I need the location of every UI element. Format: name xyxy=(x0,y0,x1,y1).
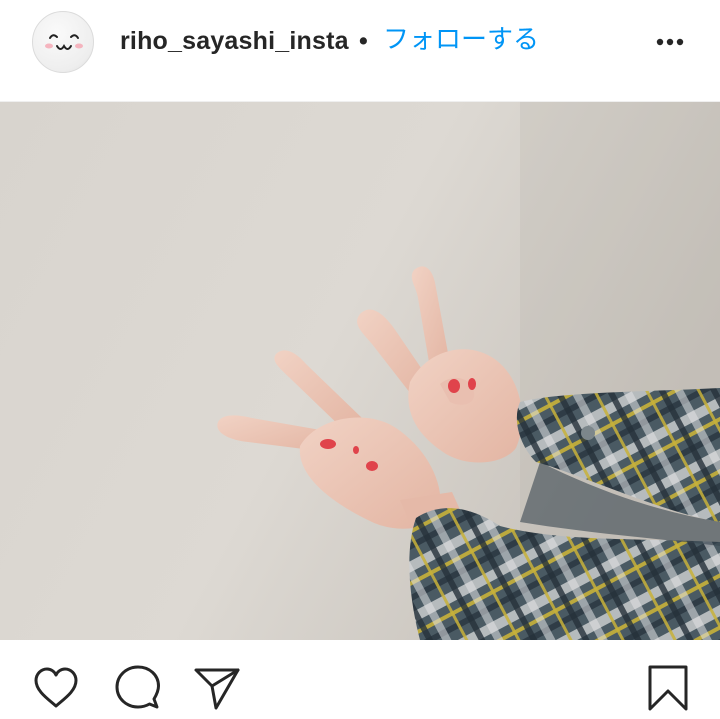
avatar[interactable] xyxy=(32,11,94,73)
follow-button[interactable]: フォローする xyxy=(383,25,539,55)
smiley-face-avatar-icon xyxy=(45,34,83,50)
action-bar xyxy=(0,640,720,719)
peace-sign-hands-photo xyxy=(0,102,720,640)
more-options-icon[interactable] xyxy=(650,30,690,54)
post-photo[interactable] xyxy=(0,102,720,640)
username-link[interactable]: riho_sayashi_insta xyxy=(120,26,349,56)
separator-dot: • xyxy=(359,27,368,55)
heart-icon[interactable] xyxy=(30,662,82,714)
bookmark-icon[interactable] xyxy=(642,662,694,714)
post-header: riho_sayashi_insta • フォローする xyxy=(0,0,720,102)
comment-bubble-icon[interactable] xyxy=(110,662,162,714)
paper-plane-icon[interactable] xyxy=(190,662,242,714)
